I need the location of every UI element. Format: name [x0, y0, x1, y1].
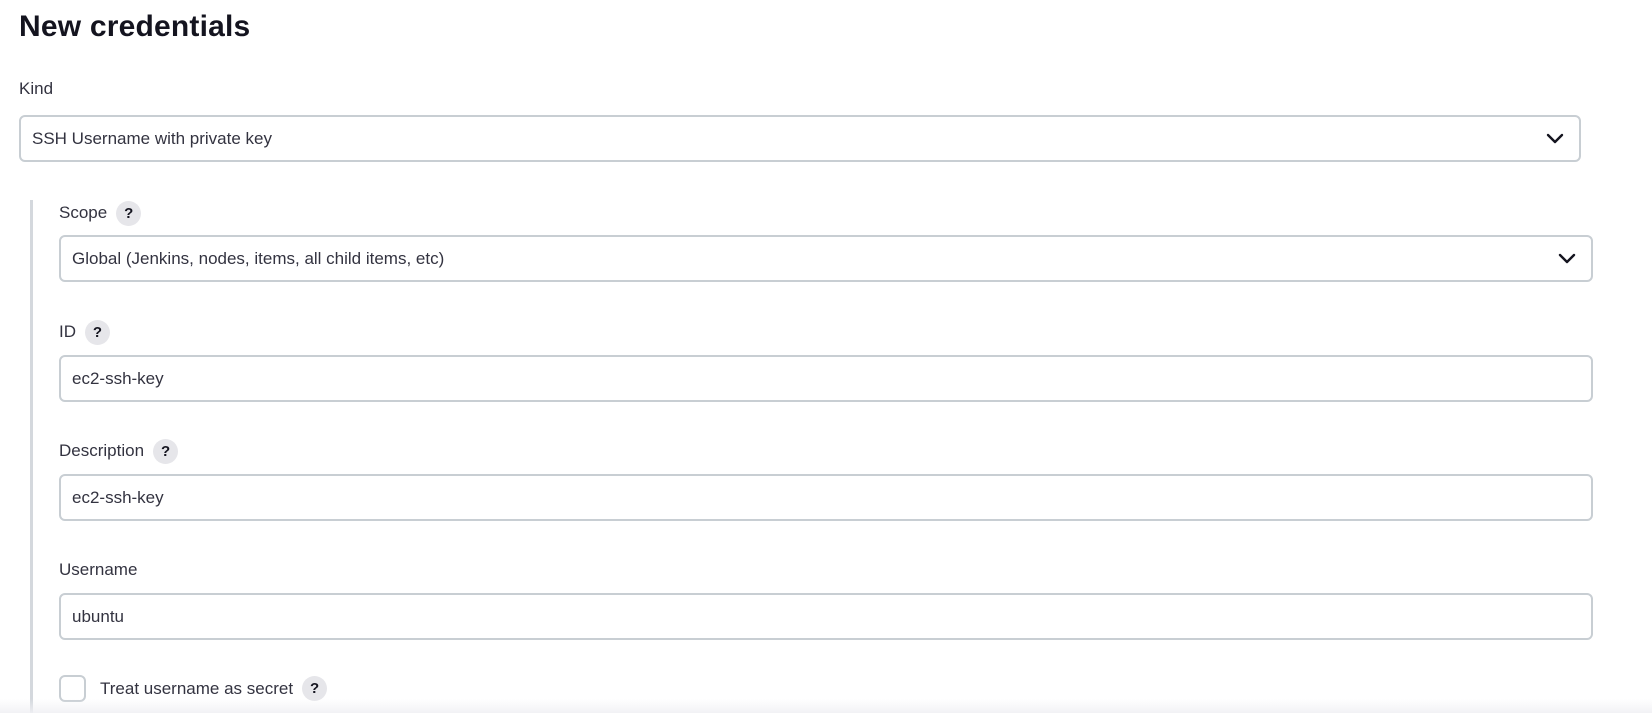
description-input[interactable] [72, 487, 1580, 508]
description-label-row: Description ? [59, 438, 179, 464]
nested-section-bar [30, 200, 33, 713]
username-label-row: Username [59, 557, 137, 583]
treat-username-secret-checkbox[interactable] [59, 675, 86, 702]
id-label: ID [59, 322, 76, 341]
treat-username-secret-label[interactable]: Treat username as secret [100, 679, 293, 699]
chevron-down-icon [1546, 130, 1564, 148]
treat-username-secret-row: Treat username as secret ? [59, 675, 328, 702]
scope-select[interactable]: Global (Jenkins, nodes, items, all child… [59, 235, 1593, 282]
description-field[interactable] [59, 474, 1593, 521]
kind-label-row: Kind [19, 76, 53, 102]
scope-label-row: Scope ? [59, 200, 142, 226]
username-field[interactable] [59, 593, 1593, 640]
kind-select[interactable]: SSH Username with private key [19, 115, 1581, 162]
chevron-down-icon [1558, 250, 1576, 268]
id-help-icon[interactable]: ? [85, 319, 110, 345]
username-input[interactable] [72, 606, 1580, 627]
description-label: Description [59, 441, 145, 460]
id-field[interactable] [59, 355, 1593, 402]
id-label-row: ID ? [59, 319, 110, 345]
description-help-icon[interactable]: ? [153, 438, 179, 464]
id-input[interactable] [72, 368, 1580, 389]
kind-label: Kind [19, 79, 54, 98]
bottom-fade [0, 699, 1652, 713]
treat-username-secret-help-icon[interactable]: ? [302, 676, 328, 701]
new-credentials-page: New credentials Kind SSH Username with p… [0, 0, 1652, 713]
username-label: Username [59, 560, 138, 579]
kind-selected-value: SSH Username with private key [32, 128, 272, 148]
page-title: New credentials [19, 10, 251, 43]
scope-selected-value: Global (Jenkins, nodes, items, all child… [72, 248, 445, 268]
scope-label: Scope [59, 203, 108, 222]
scope-help-icon[interactable]: ? [116, 200, 142, 226]
